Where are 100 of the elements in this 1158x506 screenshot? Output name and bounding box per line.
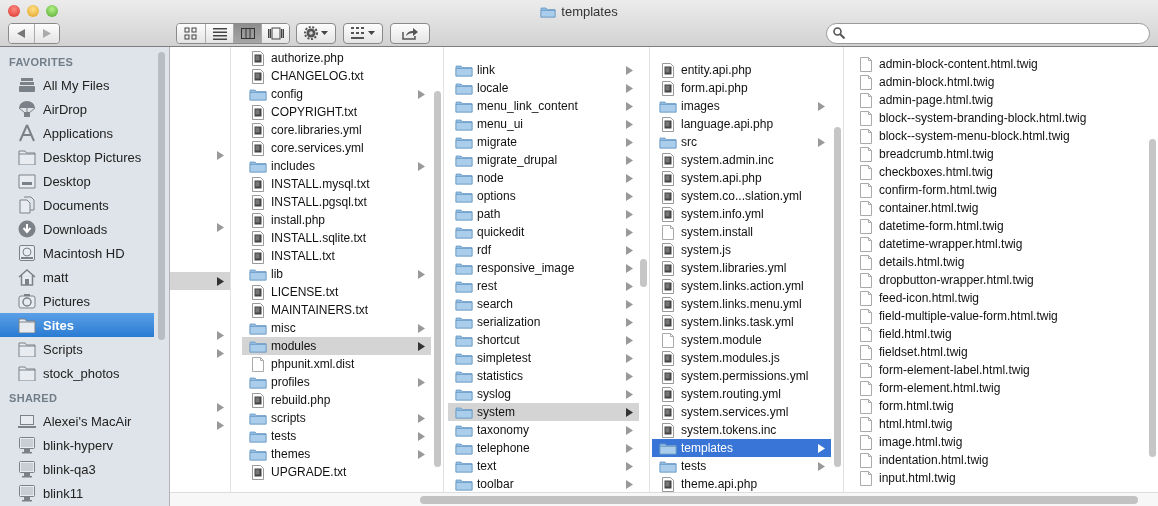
file-row[interactable]: system.links.task.yml [652,313,831,331]
close-button[interactable] [8,5,20,17]
file-row[interactable]: link [448,61,639,79]
file-row[interactable]: serialization [448,313,639,331]
view-mode-button[interactable] [261,23,289,43]
view-mode-button[interactable] [177,23,205,43]
file-row[interactable]: migrate [448,133,639,151]
file-row[interactable]: node [448,169,639,187]
file-row[interactable]: confirm-form.html.twig [850,181,1138,199]
file-row[interactable]: tests [652,457,831,475]
file-row[interactable]: indentation.html.twig [850,451,1138,469]
file-row[interactable]: lib [242,265,431,283]
file-row[interactable]: includes [242,157,431,175]
file-row[interactable]: system.module [652,331,831,349]
scrollbar[interactable] [158,52,166,340]
file-row[interactable]: html.html.twig [850,415,1138,433]
file-row[interactable]: system.info.yml [652,205,831,223]
file-row[interactable]: system.tokens.inc [652,421,831,439]
sidebar-item[interactable]: Alexei's MacAir [0,409,155,433]
file-row[interactable]: container.html.twig [850,199,1138,217]
arrange-menu-button[interactable] [343,22,383,44]
sidebar-item[interactable]: Scripts [0,337,155,361]
file-row[interactable]: INSTALL.mysql.txt [242,175,431,193]
file-row[interactable]: profiles [242,373,431,391]
file-row[interactable]: config [242,85,431,103]
file-row[interactable]: dropbutton-wrapper.html.twig [850,271,1138,289]
file-row[interactable]: admin-page.html.twig [850,91,1138,109]
file-row[interactable]: checkboxes.html.twig [850,163,1138,181]
file-row[interactable]: form-element-label.html.twig [850,361,1138,379]
file-row[interactable]: responsive_image [448,259,639,277]
file-row[interactable]: locale [448,79,639,97]
sidebar-item[interactable]: Desktop [0,169,155,193]
file-row[interactable]: form.api.php [652,79,831,97]
file-row[interactable]: theme.api.php [652,475,831,492]
file-row[interactable]: datetime-form.html.twig [850,217,1138,235]
file-row[interactable]: image.html.twig [850,433,1138,451]
scrollbar[interactable] [834,127,841,467]
file-row[interactable]: system.routing.yml [652,385,831,403]
file-row[interactable]: rdf [448,241,639,259]
file-row[interactable]: form-element.html.twig [850,379,1138,397]
file-row[interactable]: UPGRADE.txt [242,463,431,481]
share-button[interactable] [390,22,430,44]
file-row[interactable]: system.install [652,223,831,241]
minimize-button[interactable] [27,5,39,17]
view-mode-button[interactable] [233,23,261,43]
file-row[interactable]: taxonomy [448,421,639,439]
sidebar-item[interactable]: matt [0,265,155,289]
sidebar-item[interactable]: Downloads [0,217,155,241]
action-menu-button[interactable] [296,22,336,44]
forward-button[interactable] [33,23,59,43]
file-row[interactable]: system.api.php [652,169,831,187]
file-row[interactable]: shortcut [448,331,639,349]
file-row[interactable]: simpletest [448,349,639,367]
file-row[interactable]: LICENSE.txt [242,283,431,301]
file-row[interactable]: system.modules.js [652,349,831,367]
sidebar-item[interactable]: All My Files [0,73,155,97]
scrollbar[interactable] [1149,139,1156,457]
disclosure-arrow-icon[interactable] [217,276,224,286]
sidebar-item[interactable]: blink-qa3 [0,457,155,481]
file-row[interactable]: system.libraries.yml [652,259,831,277]
file-row[interactable]: rebuild.php [242,391,431,409]
file-row[interactable]: COPYRIGHT.txt [242,103,431,121]
file-row[interactable]: feed-icon.html.twig [850,289,1138,307]
file-row[interactable]: menu_ui [448,115,639,133]
sidebar-item[interactable]: AirDrop [0,97,155,121]
sidebar-item[interactable]: Pictures [0,289,155,313]
scrollbar[interactable] [640,259,647,287]
file-row[interactable]: system.links.menu.yml [652,295,831,313]
file-row[interactable]: syslog [448,385,639,403]
file-row[interactable]: form.html.twig [850,397,1138,415]
file-row[interactable]: input.html.twig [850,469,1138,487]
file-row[interactable]: admin-block.html.twig [850,73,1138,91]
file-row[interactable]: toolbar [448,475,639,492]
file-row[interactable]: field.html.twig [850,325,1138,343]
file-row[interactable]: text [448,457,639,475]
scrollbar[interactable] [420,495,1138,504]
file-row[interactable]: datetime-wrapper.html.twig [850,235,1138,253]
file-row[interactable]: system.links.action.yml [652,277,831,295]
file-row[interactable]: search [448,295,639,313]
file-row[interactable]: system.admin.inc [652,151,831,169]
file-row[interactable]: system.services.yml [652,403,831,421]
folder-row[interactable] [170,272,230,290]
file-row[interactable]: entity.api.php [652,61,831,79]
file-row[interactable]: phpunit.xml.dist [242,355,431,373]
file-row[interactable]: telephone [448,439,639,457]
file-row[interactable]: block--system-menu-block.html.twig [850,127,1138,145]
file-row[interactable]: tests [242,427,431,445]
file-row[interactable]: CHANGELOG.txt [242,67,431,85]
file-row[interactable]: rest [448,277,639,295]
file-row[interactable]: system.permissions.yml [652,367,831,385]
file-row[interactable]: install.php [242,211,431,229]
sidebar-item[interactable]: blink11 [0,481,155,505]
file-row[interactable]: src [652,133,831,151]
file-row[interactable]: field-multiple-value-form.html.twig [850,307,1138,325]
search-field[interactable] [826,22,1150,44]
sidebar-item[interactable]: Applications [0,121,155,145]
file-row[interactable]: modules [242,337,431,355]
scrollbar[interactable] [434,91,441,467]
view-mode-button[interactable] [205,23,233,43]
file-row[interactable]: details.html.twig [850,253,1138,271]
